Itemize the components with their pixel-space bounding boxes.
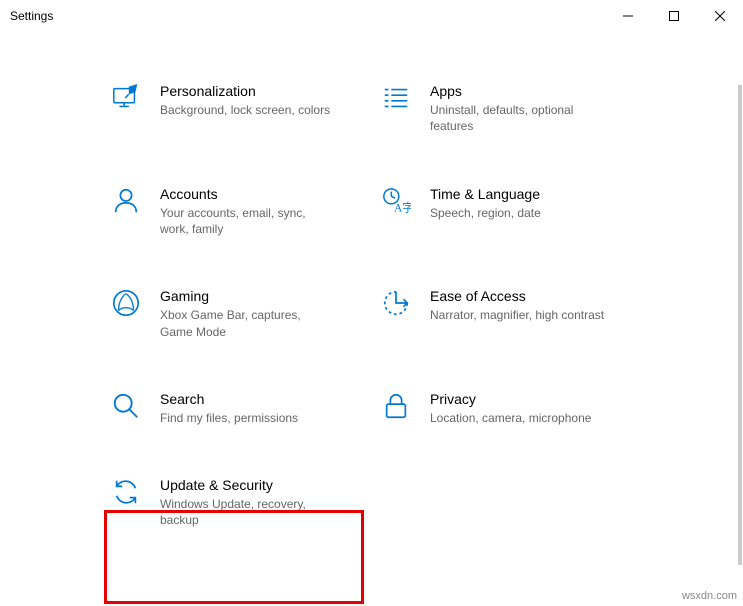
- category-accounts[interactable]: Accounts Your accounts, email, sync, wor…: [110, 185, 360, 238]
- search-icon: [110, 390, 142, 422]
- privacy-icon: [380, 390, 412, 422]
- window-title: Settings: [10, 9, 605, 23]
- categories-grid: Personalization Background, lock screen,…: [110, 82, 713, 529]
- category-desc: Narrator, magnifier, high contrast: [430, 307, 604, 323]
- category-text: Personalization Background, lock screen,…: [160, 82, 330, 118]
- category-title: Personalization: [160, 82, 330, 100]
- settings-content: Personalization Background, lock screen,…: [0, 32, 743, 606]
- minimize-icon: [623, 11, 633, 21]
- category-gaming[interactable]: Gaming Xbox Game Bar, captures, Game Mod…: [110, 287, 360, 340]
- category-text: Privacy Location, camera, microphone: [430, 390, 591, 426]
- category-desc: Location, camera, microphone: [430, 410, 591, 426]
- category-privacy[interactable]: Privacy Location, camera, microphone: [380, 390, 630, 426]
- category-text: Search Find my files, permissions: [160, 390, 298, 426]
- category-text: Apps Uninstall, defaults, optional featu…: [430, 82, 605, 135]
- apps-icon: [380, 82, 412, 114]
- category-text: Gaming Xbox Game Bar, captures, Game Mod…: [160, 287, 335, 340]
- category-text: Time & Language Speech, region, date: [430, 185, 541, 221]
- svg-text:A字: A字: [394, 200, 411, 214]
- gaming-icon: [110, 287, 142, 319]
- category-search[interactable]: Search Find my files, permissions: [110, 390, 360, 426]
- category-text: Update & Security Windows Update, recove…: [160, 476, 335, 529]
- category-title: Apps: [430, 82, 605, 100]
- category-title: Time & Language: [430, 185, 541, 203]
- close-icon: [715, 11, 725, 21]
- category-title: Update & Security: [160, 476, 335, 494]
- category-text: Ease of Access Narrator, magnifier, high…: [430, 287, 604, 323]
- ease-of-access-icon: [380, 287, 412, 319]
- close-button[interactable]: [697, 0, 743, 31]
- category-desc: Uninstall, defaults, optional features: [430, 102, 605, 134]
- titlebar: Settings: [0, 0, 743, 32]
- update-security-icon: [110, 476, 142, 508]
- personalization-icon: [110, 82, 142, 114]
- time-language-icon: A字: [380, 185, 412, 217]
- category-desc: Xbox Game Bar, captures, Game Mode: [160, 307, 335, 339]
- category-desc: Windows Update, recovery, backup: [160, 496, 335, 528]
- maximize-icon: [669, 11, 679, 21]
- category-apps[interactable]: Apps Uninstall, defaults, optional featu…: [380, 82, 630, 135]
- category-update-security[interactable]: Update & Security Windows Update, recove…: [110, 476, 360, 529]
- category-time-language[interactable]: A字 Time & Language Speech, region, date: [380, 185, 630, 238]
- accounts-icon: [110, 185, 142, 217]
- category-title: Accounts: [160, 185, 335, 203]
- category-title: Privacy: [430, 390, 591, 408]
- maximize-button[interactable]: [651, 0, 697, 31]
- category-title: Ease of Access: [430, 287, 604, 305]
- category-ease-of-access[interactable]: Ease of Access Narrator, magnifier, high…: [380, 287, 630, 340]
- category-personalization[interactable]: Personalization Background, lock screen,…: [110, 82, 360, 135]
- category-desc: Your accounts, email, sync, work, family: [160, 205, 335, 237]
- category-desc: Background, lock screen, colors: [160, 102, 330, 118]
- window-controls: [605, 0, 743, 31]
- watermark: wsxdn.com: [682, 590, 737, 602]
- category-text: Accounts Your accounts, email, sync, wor…: [160, 185, 335, 238]
- category-title: Search: [160, 390, 298, 408]
- category-title: Gaming: [160, 287, 335, 305]
- category-desc: Speech, region, date: [430, 205, 541, 221]
- minimize-button[interactable]: [605, 0, 651, 31]
- category-desc: Find my files, permissions: [160, 410, 298, 426]
- scrollbar[interactable]: [738, 85, 742, 565]
